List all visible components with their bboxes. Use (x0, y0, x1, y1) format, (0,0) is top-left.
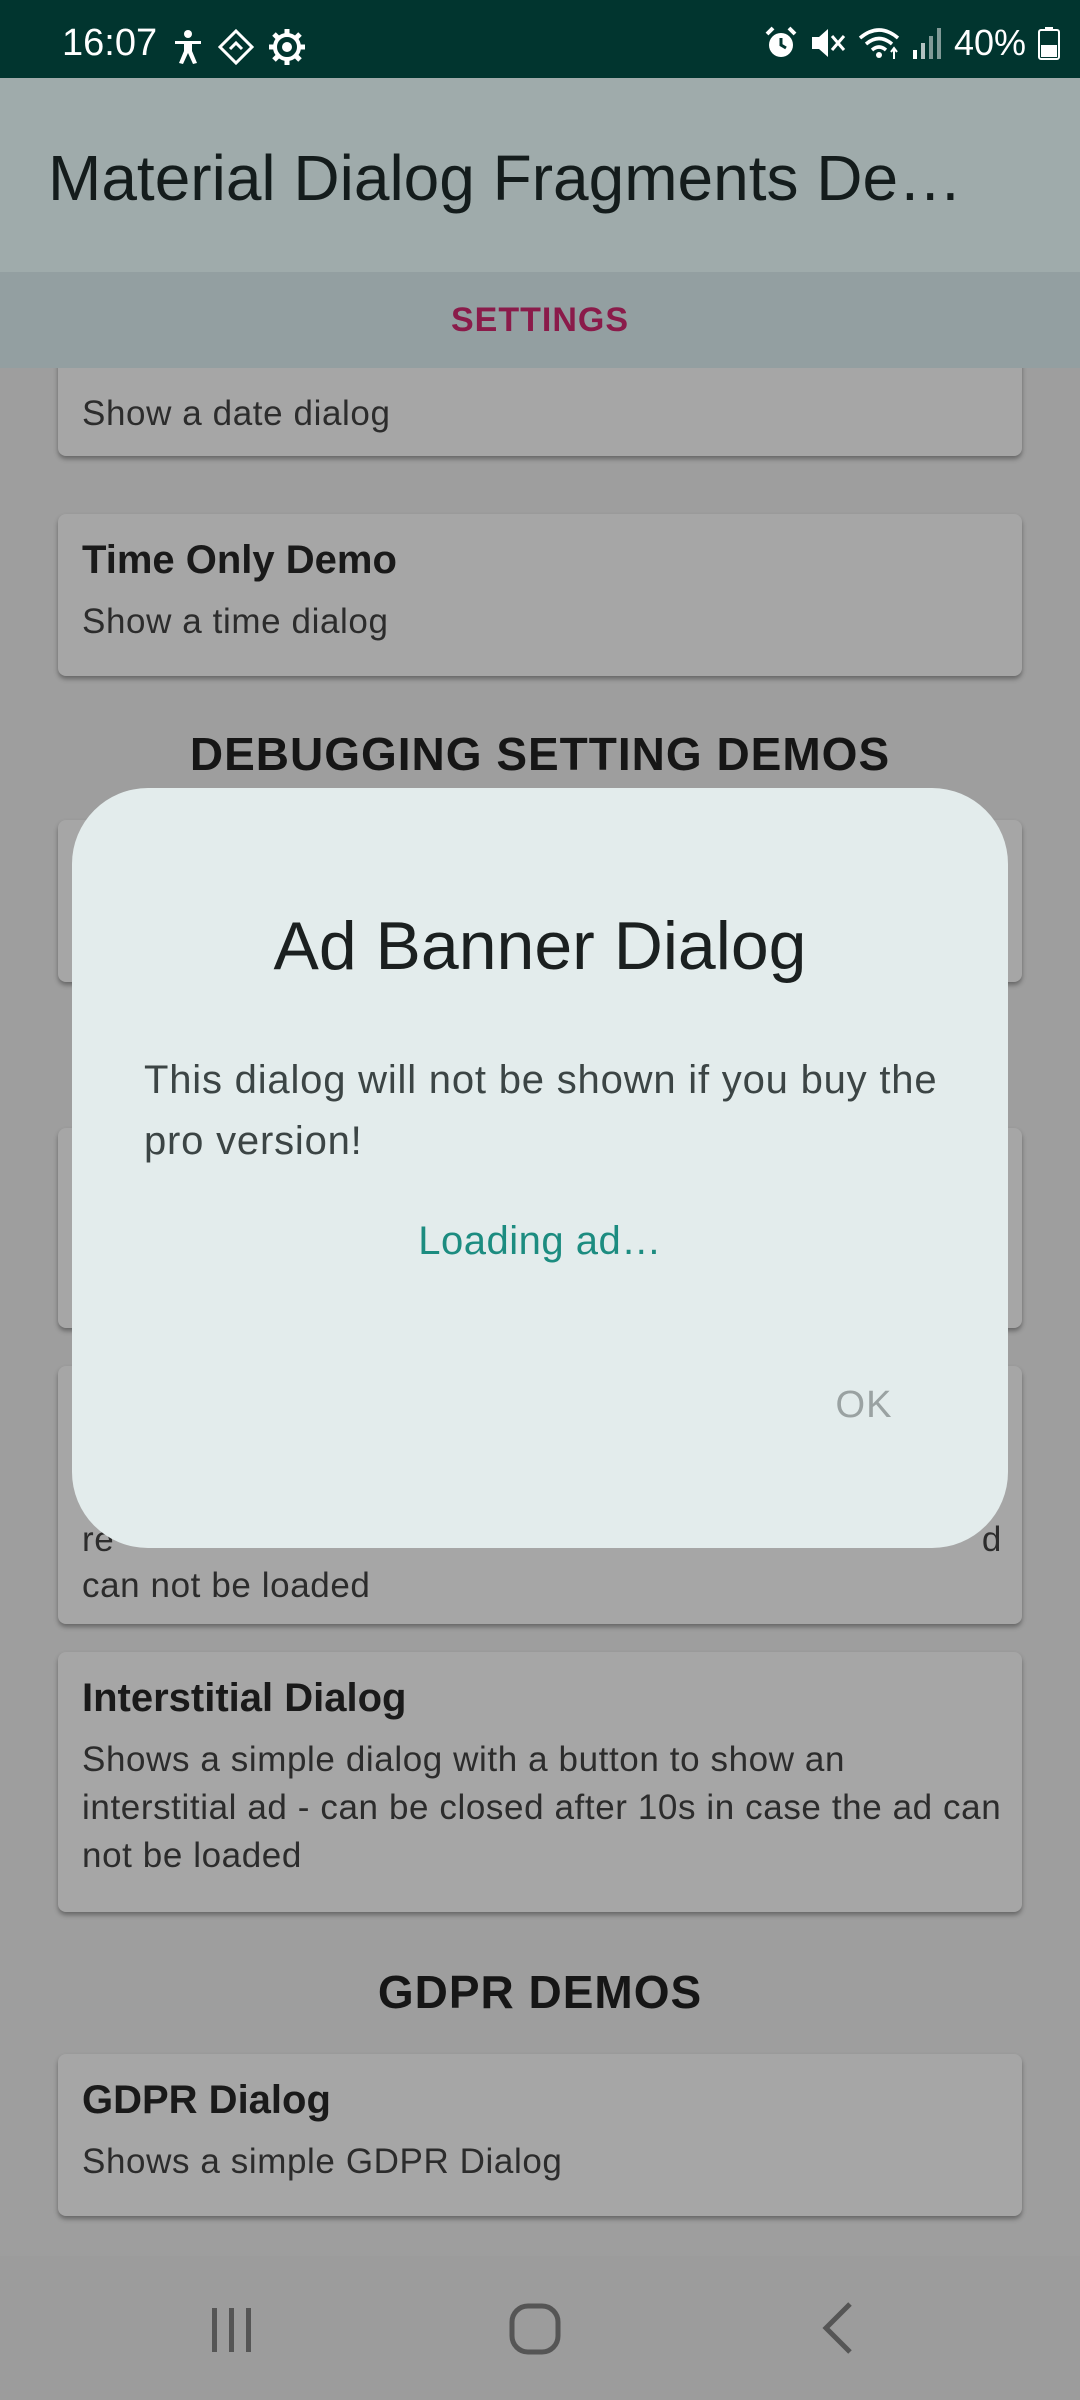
list-item-subtitle: Shows a simple GDPR Dialog (82, 2142, 563, 2181)
list-item-title: GDPR Dialog (82, 2078, 331, 2122)
list-item[interactable]: Show a date dialog (58, 368, 1022, 456)
battery-percent: 40% (953, 22, 1026, 63)
section-header-gdpr: GDPR DEMOS (377, 1966, 703, 2018)
ad-loading-text: Loading ad… (418, 1219, 662, 1263)
alarm-icon (764, 26, 798, 60)
status-bar: 16:07 40% (0, 0, 1080, 78)
back-icon[interactable] (800, 2296, 880, 2360)
mute-icon (810, 26, 846, 60)
dialog-message: This dialog will not be shown if you buy… (144, 1058, 938, 1163)
ok-button[interactable]: OK (794, 1362, 934, 1448)
navigation-bar (0, 2256, 1080, 2400)
status-time: 16:07 (62, 22, 158, 64)
list-item-subtitle: Show a date dialog (82, 394, 391, 433)
list-item[interactable]: Interstitial Dialog Shows a simple dialo… (58, 1652, 1022, 1912)
list-item-title: Interstitial Dialog (82, 1676, 407, 1720)
status-icons-left (172, 28, 306, 66)
home-icon[interactable] (496, 2296, 576, 2360)
dialog-title: Ad Banner Dialog (273, 908, 807, 984)
recents-icon[interactable] (192, 2296, 272, 2360)
ad-banner-dialog: Ad Banner Dialog This dialog will not be… (72, 788, 1008, 1548)
tab-bar: SETTINGS (0, 272, 1080, 368)
gear-icon (268, 28, 306, 66)
list-item-title: Time Only Demo (82, 538, 397, 582)
list-item[interactable]: Time Only Demo Show a time dialog (58, 514, 1022, 676)
list-item-subtitle: Show a time dialog (82, 602, 389, 641)
battery-icon (1038, 26, 1060, 60)
tab-settings[interactable]: SETTINGS (0, 272, 1080, 368)
status-icons-right: 40% (764, 24, 1060, 62)
list-item-subtitle: Shows a simple dialog with a button to s… (82, 1740, 1002, 1875)
page-title: Material Dialog Fragments De… (48, 142, 963, 214)
list-item-subtitle: can not be loaded (82, 1566, 371, 1605)
accessibility-icon (172, 29, 204, 65)
list-item[interactable]: GDPR Dialog Shows a simple GDPR Dialog (58, 2054, 1022, 2216)
diamond-nav-icon (218, 29, 254, 65)
app-bar: Material Dialog Fragments De… (0, 78, 1080, 272)
signal-icon (912, 26, 942, 60)
section-header-debugging: DEBUGGING SETTING DEMOS (189, 728, 891, 780)
wifi-icon (858, 26, 900, 60)
